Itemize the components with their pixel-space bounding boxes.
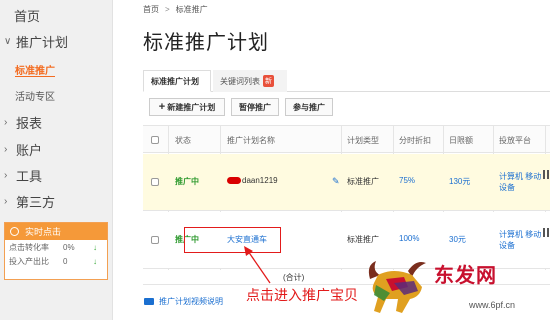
realtime-header[interactable]: 实时点击 xyxy=(5,223,107,240)
active-underline xyxy=(15,76,55,77)
nav-third-label: 第三方 xyxy=(16,195,56,210)
redaction-mark xyxy=(227,177,241,184)
nav-tools-label: 工具 xyxy=(16,169,43,184)
table-row: 推广中 daan1219 ✎ 标准推广 75% 130元 计算机 移动设备 xyxy=(143,154,550,211)
plan-type: 标准推广 xyxy=(347,235,379,244)
breadcrumb-home[interactable]: 首页 xyxy=(143,5,159,14)
realtime-title: 实时点击 xyxy=(25,227,62,237)
video-camera-icon xyxy=(144,298,154,305)
nav-home[interactable]: 首页 xyxy=(14,6,40,25)
arrow-down-icon: ↓ xyxy=(93,242,97,252)
nav-tools[interactable]: › 工具 xyxy=(4,166,42,185)
realtime-panel: 实时点击 点击转化率 0% ↓ 投入产出比 0 ↓ xyxy=(4,222,108,280)
discount-link[interactable]: 75% xyxy=(399,176,415,185)
sidebar: 首页 ∨ 推广计划 标准推广 活动专区 › 报表 › 账户 › 工具 › 第三方… xyxy=(0,0,113,320)
budget-link[interactable]: 130元 xyxy=(449,176,470,187)
join-button[interactable]: 参与推广 xyxy=(285,98,333,116)
chevron-right-icon: › xyxy=(4,117,8,128)
bull-logo-icon xyxy=(368,261,426,313)
chevron-right-icon: › xyxy=(4,170,8,181)
pause-label: 暂停推广 xyxy=(239,102,271,112)
discount-link[interactable]: 100% xyxy=(399,234,419,243)
tab-standard-plans[interactable]: 标准推广计划 xyxy=(143,70,211,92)
annotation-text: 点击进入推广宝贝 xyxy=(246,287,358,303)
nav-account[interactable]: › 账户 xyxy=(4,140,42,159)
header-type: 计划类型 xyxy=(347,135,379,145)
plan-name: daan1219 xyxy=(242,176,278,185)
watermark-brand: 东发网 xyxy=(434,263,497,287)
nav-account-label: 账户 xyxy=(16,143,43,158)
total-label: (合计) xyxy=(283,273,305,282)
arrow-down-icon: ↓ xyxy=(93,256,97,266)
sub-item-activity[interactable]: 活动专区 xyxy=(15,88,55,103)
tab-label: 关键词列表 xyxy=(220,76,260,86)
pencil-icon[interactable]: ✎ xyxy=(332,176,340,187)
new-badge: 新 xyxy=(263,75,274,87)
select-all-checkbox[interactable] xyxy=(151,126,159,154)
metric-label: 投入产出比 xyxy=(9,256,49,266)
new-plan-button[interactable]: + 新建推广计划 xyxy=(149,98,225,116)
clock-icon xyxy=(10,227,19,236)
chevron-down-icon: ∨ xyxy=(4,36,12,47)
chevron-right-icon: > xyxy=(165,5,170,14)
sub-item-standard[interactable]: 标准推广 xyxy=(15,62,55,77)
new-plan-label: 新建推广计划 xyxy=(167,102,216,112)
plus-icon: + xyxy=(158,101,166,113)
annotation-arrow-icon xyxy=(244,246,271,284)
tab-keyword-list[interactable]: 关键词列表 新 xyxy=(213,70,287,92)
status-badge: 推广中 xyxy=(175,177,199,186)
breadcrumb-current: 标准推广 xyxy=(175,5,208,14)
plan-type: 标准推广 xyxy=(347,177,379,186)
tab-label: 标准推广计划 xyxy=(151,76,199,86)
platform-link[interactable]: 计算机 移动设备 xyxy=(499,229,543,251)
watermark: 东发网 www.6pf.cn xyxy=(364,255,550,320)
nav-report[interactable]: › 报表 xyxy=(4,113,42,132)
header-budget: 日限额 xyxy=(449,135,473,145)
nav-plan-label: 推广计划 xyxy=(16,35,69,50)
metric-value: 0% xyxy=(63,242,75,252)
pause-icon[interactable] xyxy=(543,170,549,179)
nav-report-label: 报表 xyxy=(16,116,43,131)
watermark-url: www.6pf.cn xyxy=(469,300,516,310)
pause-button[interactable]: 暂停推广 xyxy=(231,98,279,116)
realtime-row: 点击转化率 0% ↓ xyxy=(5,240,107,254)
platform-link[interactable]: 计算机 移动设备 xyxy=(499,171,543,193)
table-header: 状态 推广计划名称 计划类型 分时折扣 日限额 投放平台 xyxy=(143,125,550,153)
join-label: 参与推广 xyxy=(293,102,325,112)
chevron-right-icon: › xyxy=(4,196,8,207)
video-help-label: 推广计划视频说明 xyxy=(159,297,223,306)
nav-plan[interactable]: ∨ 推广计划 xyxy=(4,32,68,51)
breadcrumb: 首页 > 标准推广 xyxy=(143,4,208,15)
plan-name-cell[interactable]: daan1219 xyxy=(227,176,278,185)
page-title: 标准推广计划 xyxy=(143,32,269,54)
header-platform: 投放平台 xyxy=(499,135,531,145)
pause-icon[interactable] xyxy=(543,228,549,237)
row-checkbox[interactable] xyxy=(151,236,159,244)
header-name: 推广计划名称 xyxy=(227,135,275,145)
tab-bar: 标准推广计划 关键词列表 新 xyxy=(143,70,550,92)
header-status: 状态 xyxy=(175,135,191,145)
row-checkbox[interactable] xyxy=(151,178,159,186)
nav-home-label: 首页 xyxy=(14,9,41,24)
header-discount: 分时折扣 xyxy=(399,135,431,145)
realtime-row: 投入产出比 0 ↓ xyxy=(5,254,107,268)
chevron-right-icon: › xyxy=(4,144,8,155)
nav-third[interactable]: › 第三方 xyxy=(4,192,55,211)
budget-link[interactable]: 30元 xyxy=(449,234,466,245)
video-help-link[interactable]: 推广计划视频说明 xyxy=(144,296,223,307)
metric-value: 0 xyxy=(63,256,68,266)
metric-label: 点击转化率 xyxy=(9,242,49,252)
